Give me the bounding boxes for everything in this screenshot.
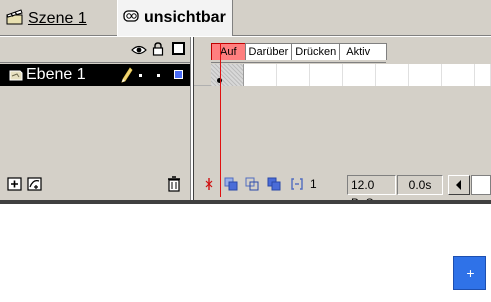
frame-label-up[interactable]: Auf <box>211 43 246 60</box>
onion-skin-icon[interactable] <box>224 177 238 191</box>
frame-cell[interactable] <box>343 64 376 86</box>
frame-label-bar: Auf Darüber Drücken Aktiv <box>211 43 388 63</box>
eye-icon[interactable] <box>131 43 147 61</box>
frame-cell[interactable] <box>277 64 310 86</box>
plus-icon: + <box>466 265 475 281</box>
trash-icon[interactable] <box>166 175 184 193</box>
frame-cell[interactable] <box>211 64 244 86</box>
frame-label-down[interactable]: Drücken <box>291 43 341 60</box>
center-frame-icon[interactable] <box>202 177 216 191</box>
frame-grid[interactable] <box>194 64 491 86</box>
frame-cell[interactable] <box>310 64 343 86</box>
outline-color-swatch[interactable] <box>174 70 183 79</box>
layer-header <box>0 37 190 63</box>
frame-cell[interactable] <box>409 64 442 86</box>
scroll-left-button[interactable] <box>448 175 470 195</box>
onion-skin-outlines-icon[interactable] <box>245 177 259 191</box>
pencil-icon <box>121 67 133 88</box>
elapsed-time: 0.0s <box>397 175 443 195</box>
frame-cell[interactable] <box>244 64 277 86</box>
edit-multiple-frames-icon[interactable] <box>267 177 281 191</box>
stage-canvas[interactable]: + <box>0 204 491 302</box>
layer-name[interactable]: Ebene 1 <box>26 66 86 84</box>
scene-breadcrumb[interactable]: Szene 1 <box>6 8 87 30</box>
lock-dot[interactable] <box>157 74 160 77</box>
frame-label-hit[interactable]: Aktiv <box>339 43 388 60</box>
insert-layer-icon[interactable] <box>6 175 24 193</box>
lock-icon[interactable] <box>152 42 164 61</box>
scroll-left-arrow-icon <box>456 180 461 190</box>
layer-toolbar <box>0 170 190 200</box>
layer-row[interactable]: Ebene 1 <box>0 64 190 86</box>
symbol-breadcrumb[interactable]: unsichtbar <box>117 0 233 36</box>
timeline-panel: Ebene 1 Auf Darüber Drücken Aktiv 1 12.0… <box>0 37 491 210</box>
frame-cell[interactable] <box>442 64 475 86</box>
current-frame: 1 <box>310 177 317 191</box>
symbol-label: unsichtbar <box>144 9 226 26</box>
visibility-dot[interactable] <box>139 74 142 77</box>
timeline-status-bar: 1 12.0 BpS 0.0s <box>194 170 491 210</box>
edit-bar: Szene 1 unsichtbar <box>0 0 491 36</box>
layer-panel: Ebene 1 <box>0 37 190 200</box>
horizontal-scroll-track[interactable] <box>471 175 491 195</box>
symbol-instance[interactable]: + <box>453 256 486 290</box>
modify-onion-markers-icon[interactable] <box>290 177 304 191</box>
outline-icon[interactable] <box>172 42 185 60</box>
frame-area-empty <box>194 86 491 170</box>
frame-cell[interactable] <box>475 64 491 86</box>
frame-label-over[interactable]: Darüber <box>244 43 293 60</box>
frames-panel: Auf Darüber Drücken Aktiv 1 12.0 0.0s <box>194 37 491 210</box>
add-motion-guide-icon[interactable] <box>26 175 44 193</box>
movie-clip-symbol-icon <box>122 8 140 29</box>
scene-label[interactable]: Szene 1 <box>28 10 87 28</box>
frame-rate: 12.0 BpS <box>347 175 396 210</box>
scene-icon <box>6 8 24 30</box>
playhead[interactable] <box>220 43 221 197</box>
layer-icon <box>8 68 24 87</box>
frame-cell[interactable] <box>376 64 409 86</box>
